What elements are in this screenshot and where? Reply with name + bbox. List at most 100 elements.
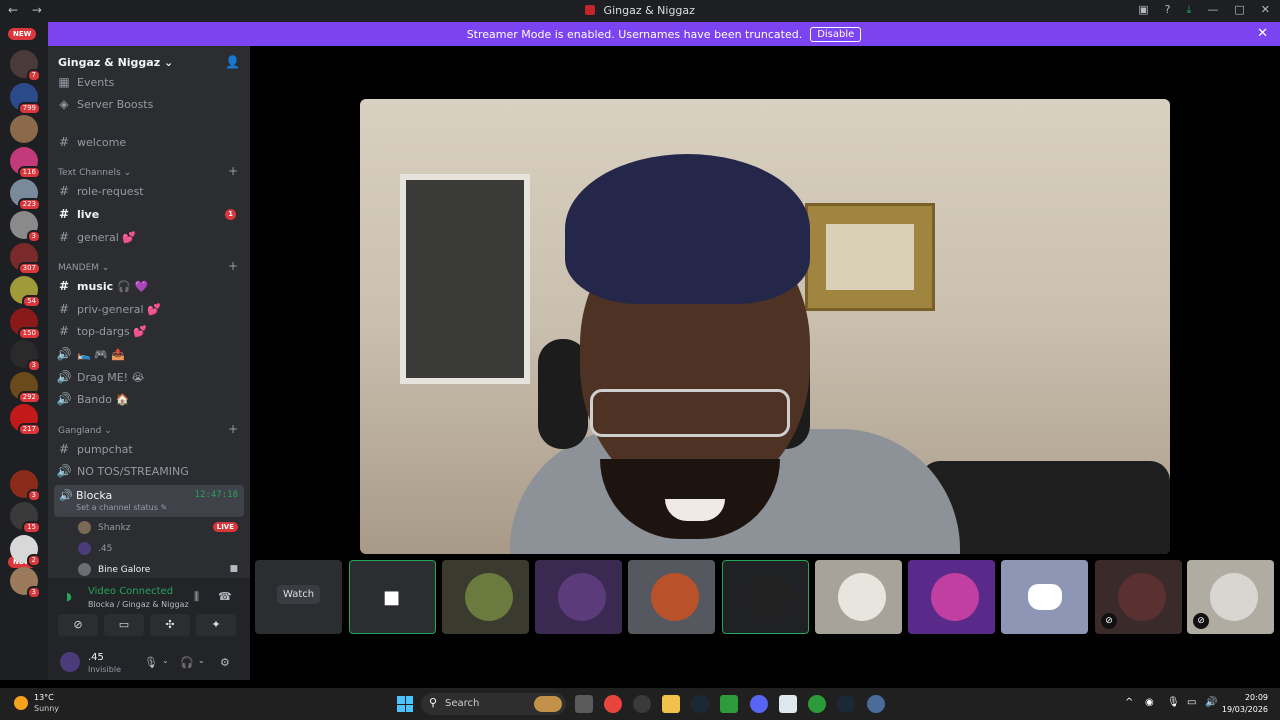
network-icon[interactable]: ▭ (1187, 697, 1196, 708)
task-view-icon[interactable] (575, 695, 593, 713)
category-text-channels[interactable]: Text Channels ⌄ (58, 168, 131, 178)
channel-pumpchat[interactable]: # pumpchat (56, 439, 244, 459)
tray-app-icon[interactable]: ◉ (1145, 697, 1154, 708)
channel-welcome[interactable]: # welcome (56, 132, 244, 152)
voice-channel-1[interactable]: 🔊 🛌 🎮 📤 (56, 344, 244, 364)
voice-member[interactable]: Bine Galore (78, 563, 150, 576)
maximize-icon[interactable]: □ (1234, 3, 1244, 17)
voice-channel-drag-me[interactable]: 🔊 Drag ME! 😭 (56, 367, 244, 387)
participant-tile[interactable] (442, 560, 529, 634)
voice-connected-label[interactable]: Video Connected (88, 586, 173, 597)
camera-off-button[interactable]: ⊘ (58, 614, 98, 636)
close-window-icon[interactable]: ✕ (1261, 3, 1270, 17)
windows-start-icon[interactable] (397, 696, 413, 712)
main-video-stream[interactable] (360, 99, 1170, 554)
participant-tile[interactable] (628, 560, 715, 634)
add-channel-icon[interactable]: + (228, 164, 238, 178)
tray-chevron-icon[interactable]: ^ (1125, 697, 1133, 708)
voice-member[interactable]: Shankz (78, 521, 131, 534)
soundboard-button[interactable]: ✦ (196, 614, 236, 636)
steam-app-icon[interactable] (837, 695, 855, 713)
help-icon[interactable]: ? (1165, 3, 1171, 17)
download-icon[interactable]: ⤓ (1187, 3, 1192, 17)
weather-condition[interactable]: Sunny (34, 704, 59, 713)
channel-status[interactable]: Set a channel status ✎ (76, 503, 167, 512)
volume-icon[interactable]: 🔊 (1205, 697, 1217, 708)
weather-temp[interactable]: 13°C (34, 693, 54, 702)
participant-tile[interactable] (535, 560, 622, 634)
channel-general[interactable]: # general 💕 (56, 227, 244, 247)
file-explorer-icon[interactable] (662, 695, 680, 713)
xbox-app-icon[interactable] (808, 695, 826, 713)
server-icon[interactable]: 223 (10, 179, 41, 211)
obs-icon[interactable] (633, 695, 651, 713)
video-window-shape (400, 174, 530, 384)
steam-icon[interactable] (691, 695, 709, 713)
channel-priv-general[interactable]: # priv-general 💕 (56, 299, 244, 319)
system-clock[interactable]: 20:09 19/03/2026 (1222, 692, 1268, 716)
voice-channel-bando[interactable]: 🔊 Bando 🏠 (56, 389, 244, 409)
voice-channel-blocka[interactable]: 🔊 Blocka Set a channel status ✎ 12:47:18 (54, 485, 244, 517)
channel-live[interactable]: # live 1 (56, 204, 244, 224)
voice-channel-no-tos[interactable]: 🔊 NO TOS/STREAMING (56, 461, 244, 481)
server-icon[interactable]: 54 (10, 276, 41, 308)
discord-icon[interactable] (750, 695, 768, 713)
participant-tile[interactable] (722, 560, 809, 634)
settings-gear-icon[interactable]: ⚙ (220, 656, 230, 669)
notepad-icon[interactable] (779, 695, 797, 713)
server-icon[interactable]: 3 (10, 567, 41, 599)
add-channel-icon[interactable]: + (228, 259, 238, 273)
settings-app-icon[interactable] (867, 695, 885, 713)
server-icon[interactable] (10, 115, 38, 143)
tray-mic-icon[interactable]: 🎙 (1167, 697, 1180, 708)
participant-tile[interactable] (1001, 560, 1088, 634)
close-banner-icon[interactable]: ✕ (1257, 26, 1268, 41)
server-icon[interactable]: 2 (10, 535, 41, 567)
server-icon[interactable]: 7 (10, 50, 41, 82)
server-icon[interactable]: 150 (10, 308, 41, 340)
server-icon[interactable]: 307 (10, 243, 41, 275)
headphones-icon[interactable]: 🎧 (180, 656, 194, 669)
voice-member[interactable]: .45 (78, 542, 112, 555)
participant-tile[interactable]: ⊘ (1095, 560, 1182, 634)
server-icon[interactable]: 3 (10, 211, 41, 243)
server-icon[interactable]: 116 (10, 147, 41, 179)
channel-top-dargs[interactable]: # top-dargs 💕 (56, 321, 244, 341)
inbox-icon[interactable]: ▣ (1138, 3, 1148, 17)
server-icon[interactable]: 3 (10, 470, 41, 502)
server-icon[interactable]: 3 (10, 340, 41, 372)
server-icon[interactable]: 217 (10, 404, 41, 436)
stream-tile-watch[interactable]: Watch (255, 560, 342, 634)
invite-people-icon[interactable]: 👤 (225, 55, 240, 69)
chrome-icon[interactable] (604, 695, 622, 713)
participant-tile[interactable] (908, 560, 995, 634)
chevron-down-icon[interactable]: ⌄ (198, 656, 205, 665)
channel-role-request[interactable]: # role-request (56, 181, 244, 201)
disable-button[interactable]: Disable (810, 26, 862, 42)
noise-suppression-icon[interactable]: ⫼ (194, 590, 199, 604)
events-item[interactable]: ▦ Events (56, 72, 244, 92)
server-boosts-item[interactable]: ◈ Server Boosts (56, 94, 244, 114)
server-icon[interactable]: 15 (10, 502, 41, 534)
watch-button[interactable]: Watch (277, 585, 321, 604)
microphone-icon[interactable]: 🎙 (144, 656, 158, 669)
channel-music[interactable]: # music 🎧 💜 (56, 276, 244, 296)
server-icon[interactable]: 292 (10, 372, 41, 404)
server-icon[interactable]: 799 (10, 83, 41, 115)
xbox-icon[interactable] (720, 695, 738, 713)
participant-tile[interactable] (815, 560, 902, 634)
category-mandem[interactable]: MANDEM ⌄ (58, 263, 109, 273)
add-channel-icon[interactable]: + (228, 422, 238, 436)
taskbar-search[interactable]: ⚲ Search (421, 693, 566, 715)
participant-tile[interactable]: ■ (349, 560, 436, 634)
minimize-icon[interactable]: — (1207, 3, 1218, 17)
disconnect-icon[interactable]: ☎ (218, 590, 232, 603)
participant-tile[interactable]: ⊘ (1187, 560, 1274, 634)
avatar[interactable] (60, 652, 80, 672)
category-gangland[interactable]: Gangland ⌄ (58, 426, 112, 436)
screen-share-button[interactable]: ▭ (104, 614, 144, 636)
activities-button[interactable]: ✣ (150, 614, 190, 636)
sun-icon[interactable] (14, 696, 28, 710)
server-name[interactable]: Gingaz & Niggaz ⌄ (58, 56, 173, 69)
chevron-down-icon[interactable]: ⌄ (162, 656, 169, 665)
